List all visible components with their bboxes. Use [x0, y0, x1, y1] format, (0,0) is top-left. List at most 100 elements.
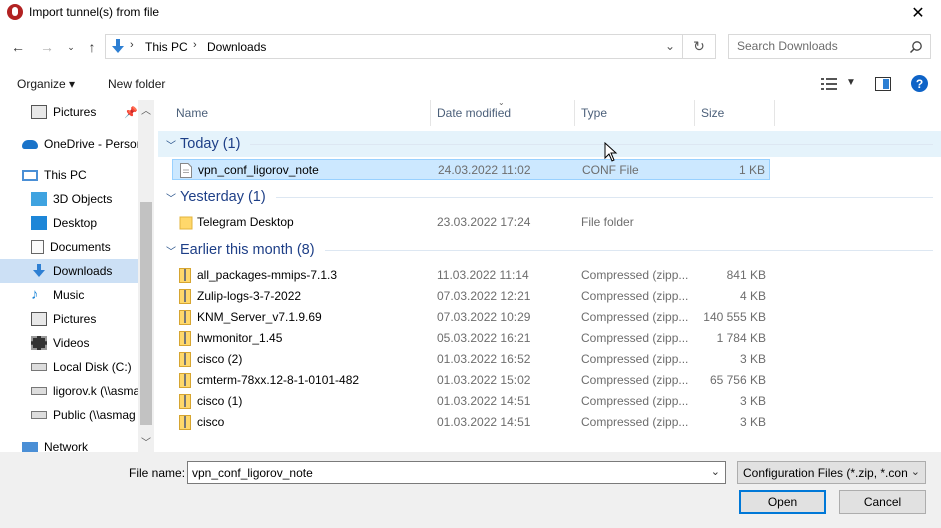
forward-button[interactable]: →: [37, 37, 57, 57]
file-row[interactable]: hwmonitor_1.45 05.03.2022 16:21 Compress…: [172, 328, 770, 349]
sidebar-item-this-pc[interactable]: This PC: [22, 163, 138, 187]
sidebar-item-videos[interactable]: Videos: [31, 331, 138, 355]
zip-folder-icon: [179, 310, 191, 325]
help-icon[interactable]: ?: [911, 75, 928, 92]
pin-icon[interactable]: 📌: [124, 106, 138, 119]
file-type: CONF File: [582, 163, 639, 177]
file-type: Compressed (zipp...: [581, 352, 689, 366]
file-row[interactable]: KNM_Server_v7.1.9.69 07.03.2022 10:29 Co…: [172, 307, 770, 328]
scrollbar-thumb[interactable]: [140, 202, 152, 425]
zip-folder-icon: [179, 268, 191, 283]
file-row[interactable]: cisco 01.03.2022 14:51 Compressed (zipp.…: [172, 412, 770, 433]
organize-button[interactable]: Organize ▾: [17, 77, 75, 91]
search-box[interactable]: [728, 34, 931, 59]
preview-pane-icon[interactable]: [875, 77, 891, 91]
sidebar-item-pictures[interactable]: Pictures: [31, 307, 138, 331]
file-name: hwmonitor_1.45: [197, 331, 283, 345]
sidebar-scrollbar[interactable]: ︿ ﹀: [138, 100, 154, 452]
videos-icon: [31, 336, 47, 350]
sidebar-item-network-drive-public[interactable]: Public (\\asmag: [31, 403, 138, 427]
file-date: 07.03.2022 10:29: [437, 310, 531, 324]
recent-locations-button[interactable]: ⌄: [61, 37, 81, 57]
file-row[interactable]: cmterm-78xx.12-8-1-0101-482 01.03.2022 1…: [172, 370, 770, 391]
file-row[interactable]: all_packages-mmips-7.1.3 11.03.2022 11:1…: [172, 265, 770, 286]
file-size: 841 KB: [726, 268, 766, 282]
up-button[interactable]: ↑: [82, 37, 102, 57]
breadcrumb-downloads[interactable]: Downloads: [207, 40, 266, 54]
file-type: Compressed (zipp...: [581, 394, 689, 408]
sidebar-item-music[interactable]: ♪ Music: [31, 283, 138, 307]
file-name: vpn_conf_ligorov_note: [198, 163, 319, 177]
zip-folder-icon: [179, 394, 191, 409]
file-type: Compressed (zipp...: [581, 268, 689, 282]
file-type: Compressed (zipp...: [581, 289, 689, 303]
sidebar-item-documents[interactable]: Documents: [31, 235, 138, 259]
file-row[interactable]: Zulip-logs-3-7-2022 07.03.2022 12:21 Com…: [172, 286, 770, 307]
group-header-today[interactable]: ﹀ Today (1): [158, 131, 941, 157]
address-bar[interactable]: › This PC › Downloads ⌄: [105, 34, 683, 59]
refresh-button[interactable]: ↻: [683, 34, 716, 59]
back-button[interactable]: ←: [8, 37, 28, 57]
search-input[interactable]: [737, 39, 907, 53]
sidebar-item-local-disk[interactable]: Local Disk (C:): [31, 355, 138, 379]
close-icon: ✕: [911, 5, 925, 22]
column-header-name[interactable]: Name: [170, 100, 431, 126]
network-drive-icon: [31, 387, 47, 395]
scroll-down-icon[interactable]: ﹀: [138, 434, 154, 450]
file-date: 01.03.2022 14:51: [437, 394, 531, 408]
disk-icon: [31, 363, 47, 371]
sidebar-item-3d-objects[interactable]: 3D Objects: [31, 187, 138, 211]
file-name-combobox[interactable]: ⌄: [187, 461, 726, 484]
zip-folder-icon: [179, 352, 191, 367]
view-options-icon[interactable]: [821, 77, 837, 91]
file-name: cisco: [197, 415, 225, 429]
file-type-filter-select[interactable]: Configuration Files (*.zip, *.con ⌄: [737, 461, 926, 484]
close-button[interactable]: ✕: [895, 0, 941, 26]
group-header-yesterday[interactable]: ﹀ Yesterday (1): [158, 184, 941, 210]
column-header-date[interactable]: Date modified: [431, 100, 575, 126]
chevron-down-icon: ﹀: [166, 246, 176, 258]
file-row[interactable]: cisco (2) 01.03.2022 16:52 Compressed (z…: [172, 349, 770, 370]
sidebar-item-downloads[interactable]: Downloads: [0, 259, 138, 283]
file-name: Telegram Desktop: [197, 215, 294, 229]
file-name-label: File name:: [129, 466, 186, 480]
column-header-type[interactable]: Type: [575, 100, 695, 126]
sidebar-item-onedrive[interactable]: OneDrive - Personal: [22, 132, 153, 156]
open-button[interactable]: Open: [739, 490, 826, 514]
column-header-size[interactable]: Size: [695, 100, 775, 126]
file-row-telegram-desktop[interactable]: Telegram Desktop 23.03.2022 17:24 File f…: [172, 212, 770, 233]
pictures-icon: [31, 105, 47, 119]
sidebar-item-desktop[interactable]: Desktop: [31, 211, 138, 235]
file-size: 3 KB: [739, 352, 766, 366]
navigation-pane: Pictures OneDrive - Personal This PC 3D …: [0, 100, 154, 452]
breadcrumb-this-pc[interactable]: This PC: [145, 40, 188, 54]
view-dropdown-icon[interactable]: ▼: [846, 77, 856, 88]
arrow-right-icon: →: [40, 39, 54, 55]
new-folder-button[interactable]: New folder: [108, 77, 165, 91]
sidebar-item-network[interactable]: Network: [22, 435, 138, 452]
cancel-button[interactable]: Cancel: [839, 490, 926, 514]
file-row[interactable]: cisco (1) 01.03.2022 14:51 Compressed (z…: [172, 391, 770, 412]
zip-folder-icon: [179, 331, 191, 346]
zip-folder-icon: [179, 289, 191, 304]
folder-icon: [179, 216, 193, 230]
dialog-footer: File name: ⌄ Configuration Files (*.zip,…: [0, 452, 941, 528]
window-title: Import tunnel(s) from file: [29, 5, 160, 19]
arrow-up-icon: ↑: [88, 39, 96, 55]
3d-objects-icon: [31, 192, 47, 206]
sidebar-item-pictures-quick[interactable]: Pictures: [31, 100, 138, 124]
file-name: all_packages-mmips-7.1.3: [197, 268, 338, 282]
chevron-down-icon[interactable]: ⌄: [711, 465, 720, 478]
file-name-input[interactable]: [192, 466, 692, 480]
address-history-dropdown-icon[interactable]: ⌄: [665, 39, 675, 53]
file-name: KNM_Server_v7.1.9.69: [197, 310, 322, 324]
arrow-left-icon: ←: [11, 39, 25, 55]
group-header-earlier-this-month[interactable]: ﹀ Earlier this month (8): [158, 237, 941, 263]
command-bar: Organize ▾ New folder: [0, 68, 941, 100]
file-size: 1 784 KB: [716, 331, 766, 345]
mouse-cursor-icon: [604, 142, 618, 162]
scroll-up-icon[interactable]: ︿: [138, 102, 154, 118]
sidebar-item-network-drive-ligorov[interactable]: ligorov.k (\\asmag: [31, 379, 147, 403]
group-divider: [250, 143, 933, 145]
file-row-vpn-conf[interactable]: vpn_conf_ligorov_note 24.03.2022 11:02 C…: [172, 159, 770, 180]
